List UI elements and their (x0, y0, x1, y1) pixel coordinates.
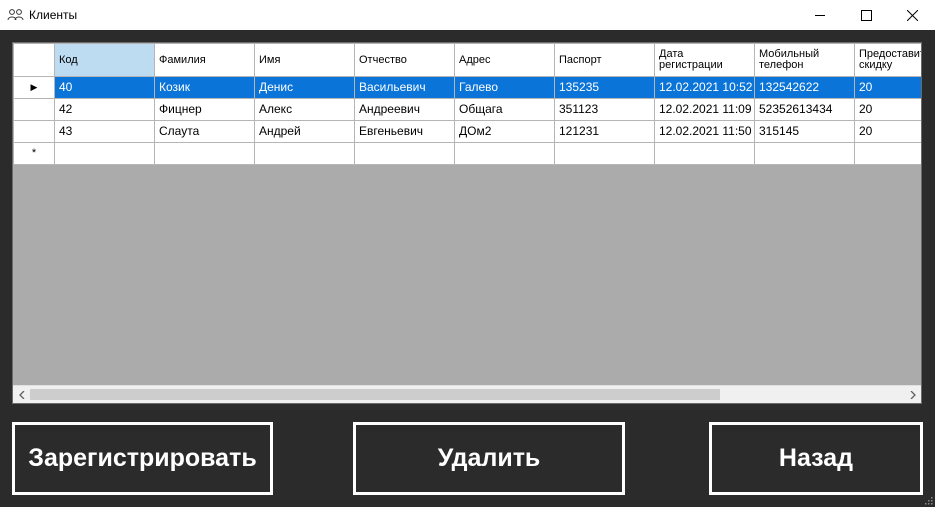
cell-name[interactable]: Андрей (254, 120, 355, 143)
cell-surname[interactable]: Козик (154, 76, 255, 99)
cell-patronymic[interactable]: Евгеньевич (354, 120, 455, 143)
column-header-address[interactable]: Адрес (454, 43, 555, 77)
scroll-right-button[interactable] (904, 386, 921, 403)
table-row[interactable]: 42 Фицнер Алекс Андреевич Общага 351123 … (13, 98, 921, 121)
column-header-name[interactable]: Имя (254, 43, 355, 77)
scroll-left-button[interactable] (13, 386, 30, 403)
table-row[interactable]: ▶ 40 Козик Денис Васильевич Галево 13523… (13, 76, 921, 99)
column-header-label: Мобильный телефон (759, 48, 820, 71)
row-header[interactable]: * (13, 142, 55, 165)
register-button[interactable]: Зарегистрировать (12, 422, 273, 495)
maximize-button[interactable] (843, 0, 889, 30)
cell-name[interactable]: Денис (254, 76, 355, 99)
chevron-left-icon (18, 390, 24, 399)
column-header-mobile-phone[interactable]: Мобильный телефон (754, 43, 855, 77)
column-header-registration-date[interactable]: Дата регистрации (654, 43, 755, 77)
close-icon (906, 9, 918, 21)
new-row[interactable]: * (13, 142, 921, 165)
cell-code[interactable] (54, 142, 155, 165)
cell-mobile-phone[interactable]: 315145 (754, 120, 855, 143)
cell-registration-date[interactable]: 12.02.2021 11:50 (654, 120, 755, 143)
cell-address[interactable] (454, 142, 555, 165)
chevron-right-icon (910, 390, 916, 399)
clients-grid[interactable]: Код Фамилия Имя Отчество Адрес Паспорт Д… (12, 42, 922, 404)
cell-passport[interactable]: 351123 (554, 98, 655, 121)
row-header[interactable] (13, 98, 55, 121)
cell-passport[interactable]: 135235 (554, 76, 655, 99)
cell-address[interactable]: ДОм2 (454, 120, 555, 143)
cell-code[interactable]: 42 (54, 98, 155, 121)
row-header[interactable] (13, 120, 55, 143)
cell-mobile-phone[interactable]: 52352613434 (754, 98, 855, 121)
cell-address[interactable]: Общага (454, 98, 555, 121)
delete-button[interactable]: Удалить (353, 422, 625, 495)
cell-discount[interactable] (854, 142, 921, 165)
corner-cell[interactable] (13, 43, 55, 77)
cell-registration-date[interactable]: 12.02.2021 11:09 (654, 98, 755, 121)
cell-mobile-phone[interactable]: 132542622 (754, 76, 855, 99)
minimize-icon (814, 14, 825, 16)
cell-name[interactable]: Алекс (254, 98, 355, 121)
maximize-icon (860, 9, 872, 21)
cell-name[interactable] (254, 142, 355, 165)
scrollbar-thumb[interactable] (30, 389, 720, 400)
cell-code[interactable]: 40 (54, 76, 155, 99)
cell-code[interactable]: 43 (54, 120, 155, 143)
cell-passport[interactable] (554, 142, 655, 165)
table-row[interactable]: 43 Слаута Андрей Евгеньевич ДОм2 121231 … (13, 120, 921, 143)
cell-registration-date[interactable] (654, 142, 755, 165)
row-header[interactable]: ▶ (13, 76, 55, 99)
title-bar: Клиенты (0, 0, 935, 30)
cell-surname[interactable]: Фицнер (154, 98, 255, 121)
window-title: Клиенты (29, 8, 78, 22)
column-header-surname[interactable]: Фамилия (154, 43, 255, 77)
minimize-button[interactable] (797, 0, 843, 30)
users-icon (7, 9, 24, 21)
column-header-label: Дата регистрации (659, 48, 723, 71)
horizontal-scrollbar[interactable] (13, 385, 921, 403)
cell-patronymic[interactable] (354, 142, 455, 165)
header-row: Код Фамилия Имя Отчество Адрес Паспорт Д… (13, 43, 921, 77)
column-header-discount[interactable]: Предоставить скидку (854, 43, 921, 77)
cell-passport[interactable]: 121231 (554, 120, 655, 143)
cell-discount[interactable]: 20 (854, 76, 921, 99)
column-header-label: Предоставить скидку (859, 48, 921, 71)
current-row-icon: ▶ (30, 82, 38, 92)
column-header-passport[interactable]: Паспорт (554, 43, 655, 77)
cell-discount[interactable]: 20 (854, 98, 921, 121)
back-button[interactable]: Назад (709, 422, 923, 495)
column-header-patronymic[interactable]: Отчество (354, 43, 455, 77)
close-button[interactable] (889, 0, 935, 30)
cell-address[interactable]: Галево (454, 76, 555, 99)
cell-patronymic[interactable]: Васильевич (354, 76, 455, 99)
clients-table: Код Фамилия Имя Отчество Адрес Паспорт Д… (13, 43, 921, 165)
cell-surname[interactable] (154, 142, 255, 165)
cell-discount[interactable]: 20 (854, 120, 921, 143)
new-row-icon: * (31, 147, 37, 159)
cell-mobile-phone[interactable] (754, 142, 855, 165)
cell-registration-date[interactable]: 12.02.2021 10:52 (654, 76, 755, 99)
cell-patronymic[interactable]: Андреевич (354, 98, 455, 121)
column-header-code[interactable]: Код (54, 43, 155, 77)
resize-grip-icon[interactable] (923, 495, 933, 505)
cell-surname[interactable]: Слаута (154, 120, 255, 143)
